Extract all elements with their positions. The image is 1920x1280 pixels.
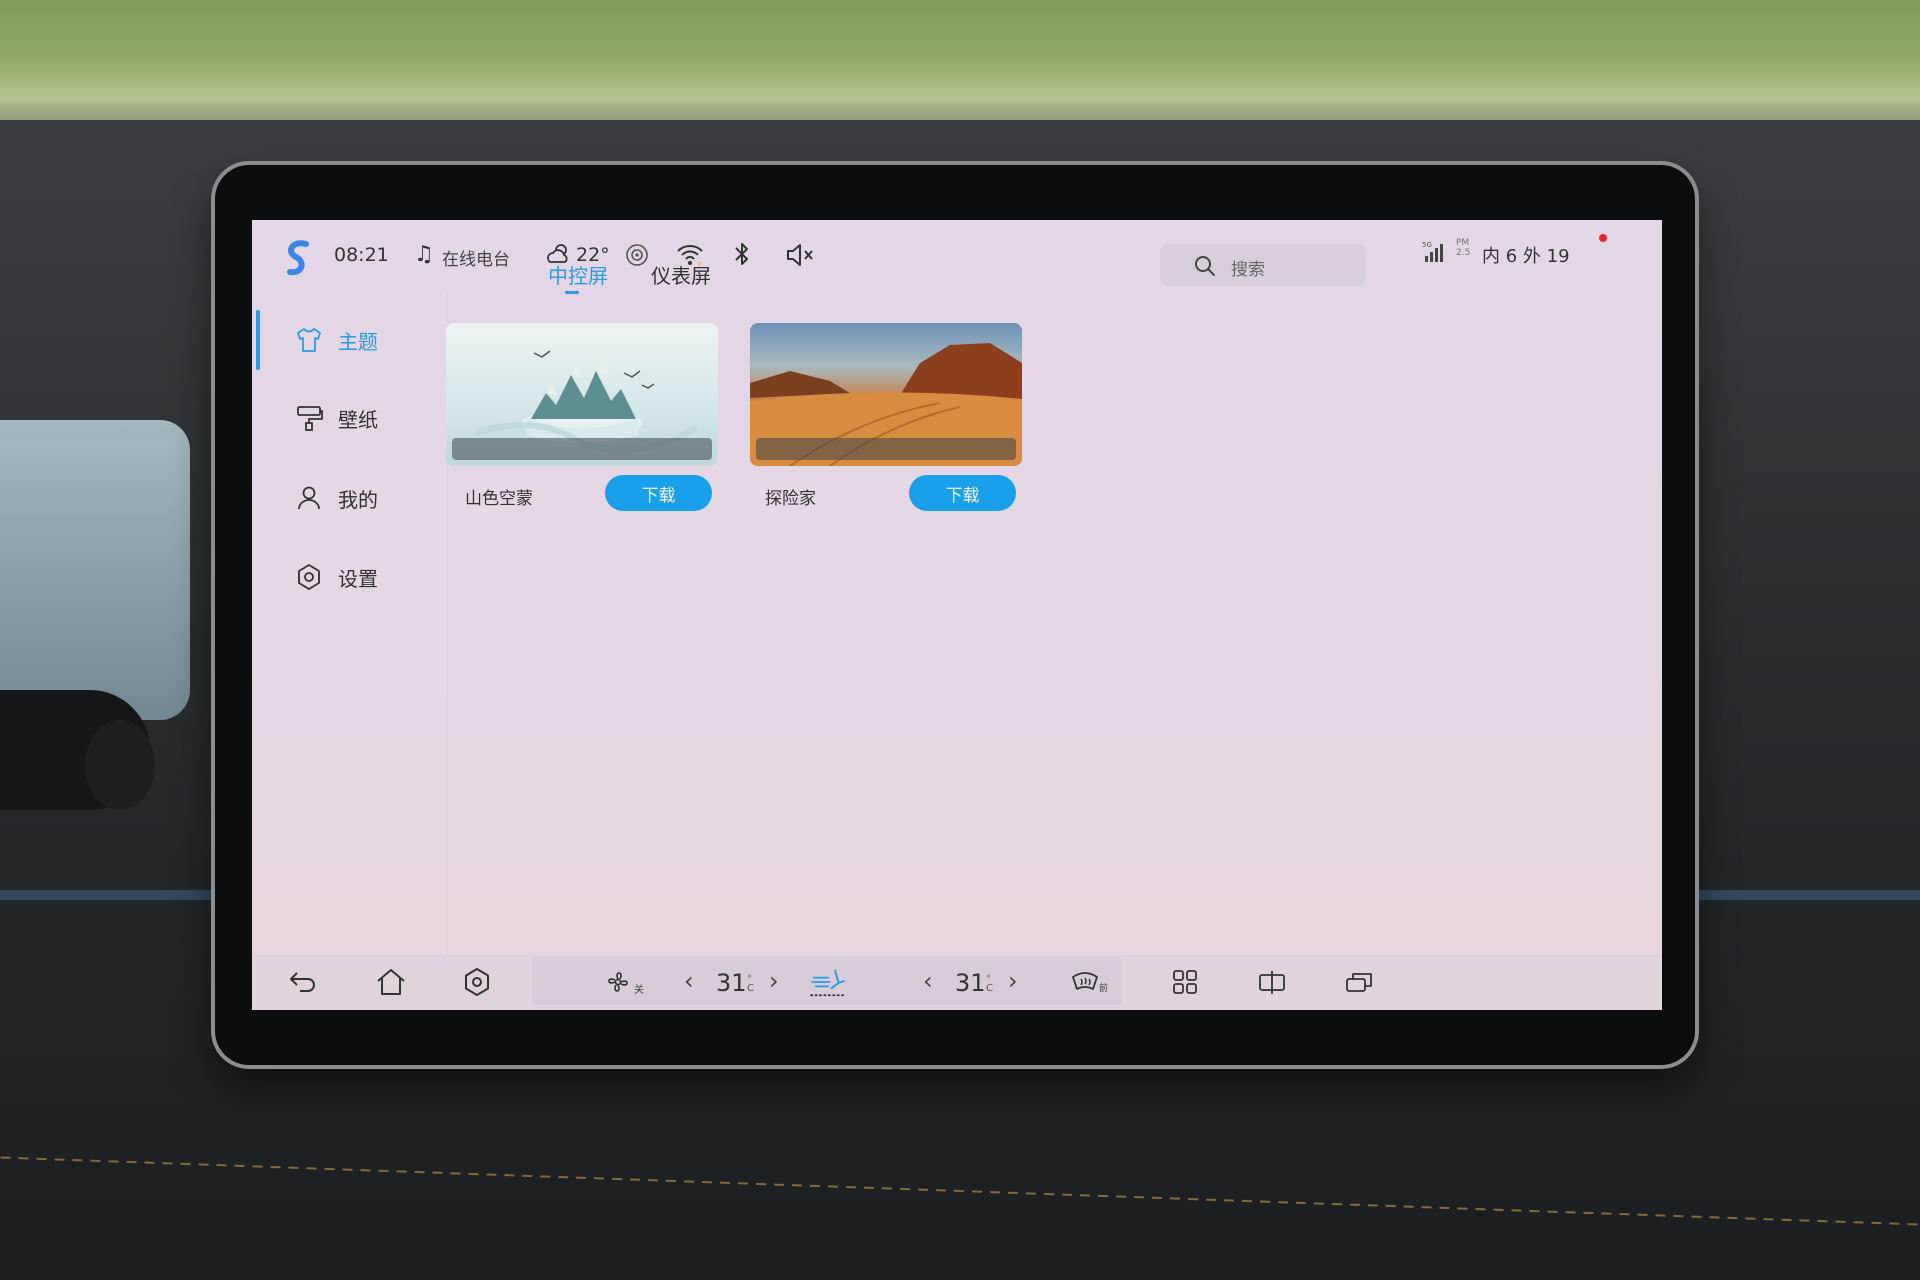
hotspot-icon[interactable] <box>624 242 650 268</box>
fan-icon <box>608 972 628 992</box>
sidebar-item-label: 主题 <box>338 329 378 354</box>
tab-instrument-screen[interactable]: 仪表屏 <box>651 260 711 289</box>
seat-airflow-icon <box>810 969 846 997</box>
temp-celsius-label: C <box>747 983 754 994</box>
front-defrost-label: 前 <box>1099 984 1109 994</box>
driver-temp-increase[interactable]: › <box>769 967 779 995</box>
sidebar-active-indicator <box>256 310 260 370</box>
theme-name-mountain: 山色空蒙 <box>465 489 533 509</box>
bottom-dock: 关 ‹ 31 ° C › ‹ 31 ° C › 前 <box>252 955 1662 1010</box>
search-placeholder: 搜索 <box>1231 260 1265 280</box>
paint-roller-icon <box>297 406 323 431</box>
hexagon-gear-icon <box>298 564 320 590</box>
sidebar-item-mine[interactable]: 我的 <box>294 478 378 518</box>
home-icon <box>377 969 405 995</box>
hexagon-gear-icon <box>465 968 489 996</box>
screen-projection-button[interactable] <box>1344 967 1374 997</box>
split-screen-button[interactable] <box>1257 967 1287 997</box>
tab-center-screen[interactable]: 中控屏 <box>548 260 608 289</box>
driver-temperature: 31 <box>716 969 747 997</box>
environment-status: 5G PM 2.5 内 6 外 19 <box>1422 238 1622 272</box>
outside-value: 19 <box>1546 246 1570 267</box>
preview-dock-strip <box>756 438 1016 460</box>
svg-text:5G: 5G <box>1422 241 1432 249</box>
download-button-mountain[interactable]: 下载 <box>605 475 712 511</box>
instrument-cluster-edge <box>0 420 190 720</box>
tshirt-icon <box>297 328 321 352</box>
home-button[interactable] <box>374 967 408 997</box>
tab-active-underline <box>565 291 579 294</box>
passenger-temperature: 31 <box>955 969 986 997</box>
app-grid-icon <box>1173 970 1197 994</box>
driver-temp-unit: ° C <box>747 975 754 994</box>
pm25-indicator: PM 2.5 <box>1456 238 1470 258</box>
back-arrow-icon <box>290 972 315 992</box>
infotainment-screen: 08:21 ♫ 在线电台 22° ? 5G PM 2.5 内 6 外 19 主题… <box>252 220 1662 1010</box>
split-screen-icon <box>1259 971 1285 994</box>
pm-value: 2.5 <box>1456 248 1471 258</box>
search-icon <box>1195 256 1215 276</box>
status-time: 08:21 <box>334 244 389 266</box>
inside-label: 内 <box>1482 246 1500 267</box>
windshield-view <box>0 0 1920 140</box>
music-note-icon[interactable]: ♫ <box>414 242 434 267</box>
outside-label: 外 <box>1522 246 1541 267</box>
sidebar-item-settings[interactable]: 设置 <box>294 557 378 597</box>
passenger-temp-unit: ° C <box>986 975 993 994</box>
pm-label: PM <box>1456 238 1470 248</box>
fan-state-label: 关 <box>634 985 644 996</box>
wiper-stalk-knob <box>85 720 155 810</box>
settings-button[interactable] <box>460 967 494 997</box>
fan-button[interactable] <box>604 967 632 997</box>
sidebar-item-label: 我的 <box>338 487 378 512</box>
person-icon <box>298 486 320 510</box>
cellular-signal-icon: 5G <box>1422 241 1443 262</box>
windshield-defrost-icon <box>1072 972 1098 990</box>
front-defrost-button[interactable] <box>1070 967 1100 997</box>
seat-ventilation-button[interactable] <box>806 967 850 997</box>
bluetooth-icon[interactable] <box>732 240 752 268</box>
passenger-temp-increase[interactable]: › <box>1008 967 1018 995</box>
app-grid-button[interactable] <box>1170 967 1200 997</box>
passenger-temp-decrease[interactable]: ‹ <box>923 967 933 995</box>
status-bar: 08:21 ♫ 在线电台 22° ? 5G PM 2.5 内 6 外 19 <box>252 220 1662 290</box>
driver-temp-decrease[interactable]: ‹ <box>684 967 694 995</box>
theme-thumbnail-explorer[interactable] <box>750 323 1022 466</box>
temp-celsius-label: C <box>986 983 993 994</box>
search-input[interactable]: 搜索 <box>1160 244 1366 286</box>
notification-dot <box>1599 234 1607 242</box>
app-logo-icon[interactable] <box>282 238 316 278</box>
sidebar-item-label: 壁纸 <box>338 407 378 432</box>
in-out-temperature: 内 6 外 19 <box>1482 242 1570 268</box>
theme-name-explorer: 探险家 <box>765 489 816 509</box>
online-radio-label[interactable]: 在线电台 <box>442 245 510 270</box>
preview-dock-strip <box>452 438 712 460</box>
sidebar-item-label: 设置 <box>338 566 378 591</box>
back-button[interactable] <box>286 967 320 997</box>
theme-thumbnail-mountain[interactable] <box>446 323 718 466</box>
sidebar-item-wallpaper[interactable]: 壁纸 <box>294 398 378 438</box>
inside-value: 6 <box>1505 246 1518 267</box>
download-button-explorer[interactable]: 下载 <box>909 475 1016 511</box>
sidebar-item-theme[interactable]: 主题 <box>294 320 378 360</box>
screen-cast-icon <box>1346 973 1372 992</box>
volume-mute-icon[interactable] <box>785 242 815 268</box>
